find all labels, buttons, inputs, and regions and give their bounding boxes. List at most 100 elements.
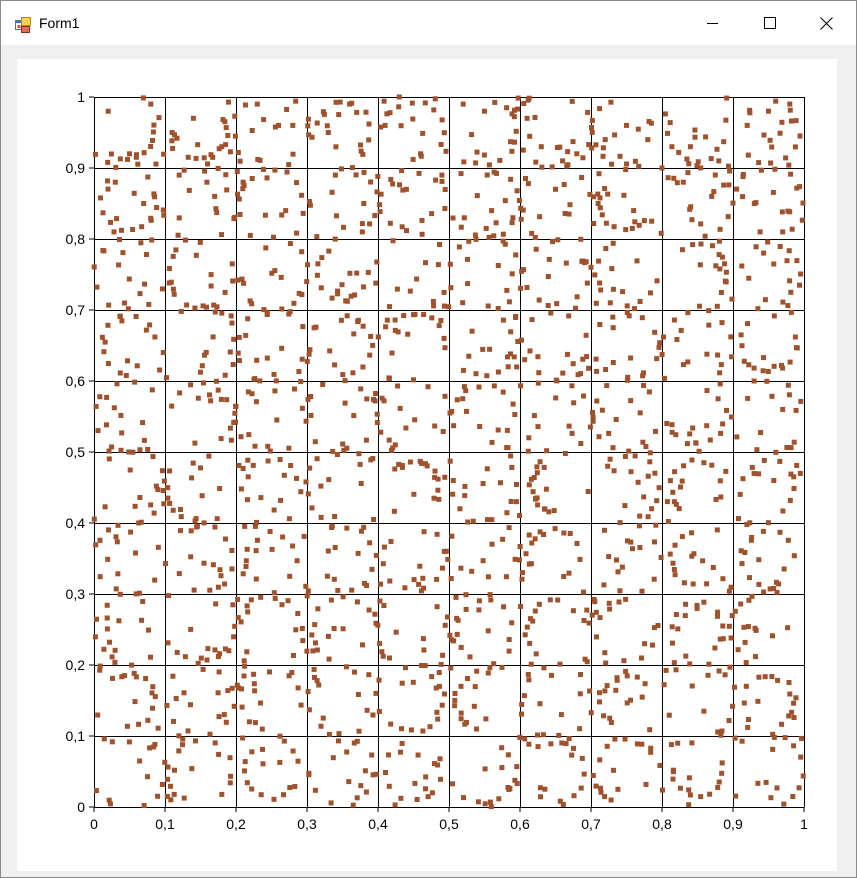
data-point — [137, 447, 143, 453]
data-point — [488, 804, 494, 810]
data-point — [561, 182, 567, 187]
data-point — [315, 606, 321, 612]
data-point — [388, 539, 394, 544]
data-point — [295, 758, 301, 764]
data-point — [269, 546, 275, 552]
data-point — [443, 148, 449, 154]
data-point — [771, 363, 777, 369]
data-point — [698, 241, 704, 247]
data-point — [500, 238, 506, 244]
data-point — [509, 271, 515, 277]
data-point — [293, 98, 299, 104]
data-point — [199, 493, 205, 499]
data-point — [735, 647, 741, 653]
data-point — [248, 597, 254, 603]
data-point — [133, 550, 138, 556]
data-point — [169, 403, 175, 409]
data-point — [193, 516, 199, 522]
data-point — [577, 691, 583, 697]
data-point — [367, 540, 373, 546]
data-point — [681, 463, 687, 469]
data-point — [235, 615, 241, 621]
data-point — [553, 186, 558, 192]
data-point — [624, 161, 629, 167]
data-point — [203, 349, 209, 355]
data-point — [593, 609, 599, 615]
data-point — [378, 429, 384, 435]
data-point — [748, 537, 754, 543]
data-point — [150, 454, 156, 459]
close-button[interactable] — [798, 1, 855, 45]
maximize-button[interactable] — [741, 1, 798, 45]
data-point — [594, 368, 600, 374]
y-tick-label: 1 — [77, 89, 85, 105]
data-point — [704, 388, 710, 393]
data-point — [137, 758, 143, 764]
data-point — [560, 158, 566, 164]
data-point — [104, 422, 109, 428]
data-point — [244, 497, 250, 503]
data-point — [171, 291, 177, 297]
data-point — [765, 239, 771, 245]
data-point — [167, 500, 173, 506]
title-bar[interactable]: Form1 — [1, 1, 856, 45]
data-point — [716, 668, 722, 674]
data-point — [700, 558, 706, 564]
data-point — [450, 478, 456, 483]
data-point — [745, 321, 750, 327]
data-point — [775, 677, 781, 683]
x-tick-label: 0,1 — [155, 816, 175, 832]
data-point — [386, 783, 392, 789]
data-point — [230, 602, 236, 608]
data-point — [596, 258, 602, 264]
data-point — [344, 445, 350, 451]
data-point — [433, 177, 439, 183]
data-point — [106, 797, 112, 803]
y-tick-label: 0,4 — [66, 515, 86, 531]
data-point — [279, 306, 285, 312]
data-point — [442, 622, 448, 628]
data-point — [231, 216, 237, 222]
data-point — [608, 99, 614, 105]
data-point — [623, 596, 629, 602]
data-point — [714, 146, 720, 152]
data-point — [189, 766, 195, 772]
data-point — [710, 565, 716, 570]
data-point — [573, 305, 578, 311]
data-point — [305, 262, 310, 268]
data-point — [288, 463, 294, 468]
data-point — [600, 153, 606, 159]
data-point — [336, 731, 342, 737]
data-point — [298, 489, 304, 495]
data-point — [242, 523, 248, 529]
data-point — [557, 661, 563, 667]
data-point — [398, 795, 404, 801]
data-point — [132, 699, 138, 705]
data-point — [513, 499, 519, 505]
minimize-button[interactable] — [684, 1, 741, 45]
data-point — [425, 384, 431, 390]
data-point — [246, 432, 252, 438]
data-point — [686, 802, 692, 808]
data-point — [535, 744, 541, 750]
data-point — [92, 634, 98, 640]
data-point — [421, 585, 427, 591]
data-point — [563, 741, 569, 747]
data-point — [499, 664, 505, 670]
data-point — [437, 242, 442, 247]
data-point — [106, 302, 112, 308]
data-point — [449, 533, 455, 539]
data-point — [667, 478, 673, 484]
data-point — [361, 201, 367, 206]
data-point — [112, 647, 118, 653]
data-point — [611, 468, 617, 474]
data-point — [200, 303, 206, 309]
y-tick-label: 0,9 — [66, 160, 86, 176]
data-point — [781, 566, 787, 572]
data-point — [519, 570, 525, 576]
data-point — [185, 728, 191, 734]
data-point — [670, 640, 675, 646]
data-point — [693, 440, 699, 446]
form-app-icon[interactable] — [15, 17, 31, 33]
data-point — [449, 408, 455, 414]
